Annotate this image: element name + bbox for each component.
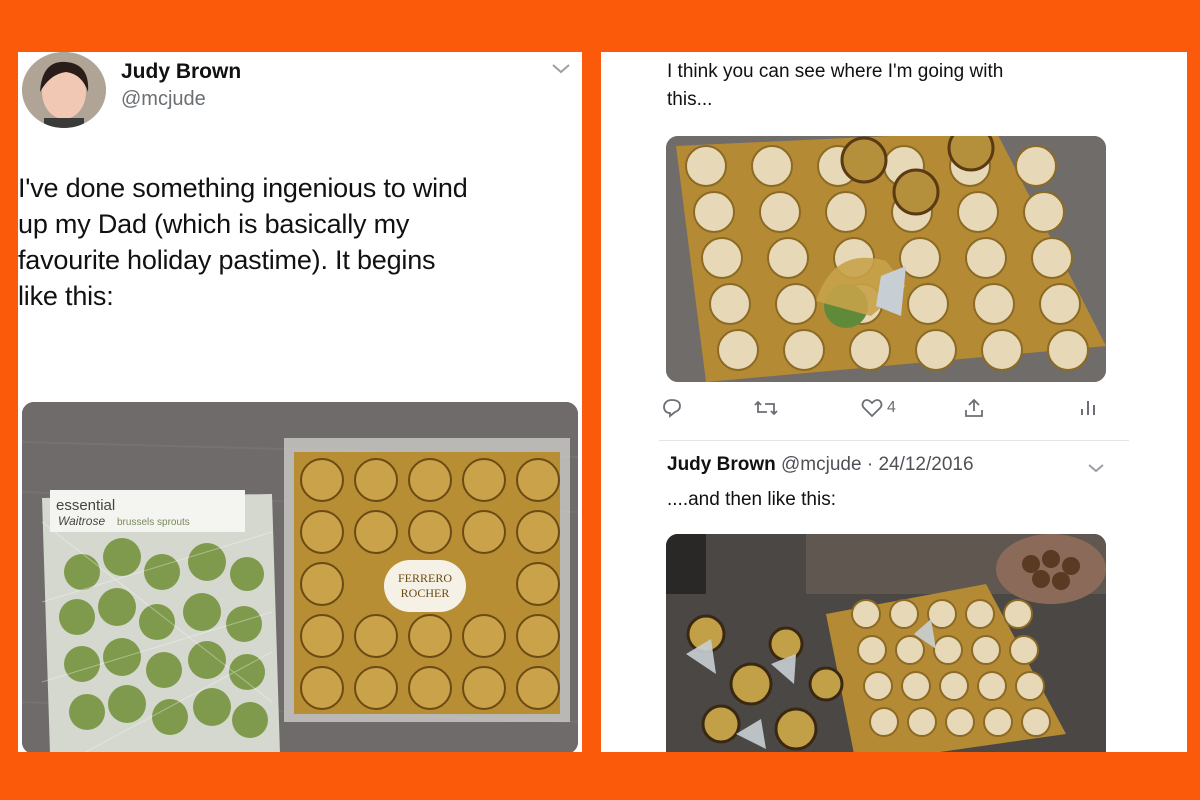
like-button[interactable]: 4 — [861, 397, 896, 419]
author-handle[interactable]: @mcjude — [121, 88, 206, 111]
avatar[interactable] — [22, 52, 106, 128]
like-icon — [861, 399, 883, 418]
like-count: 4 — [887, 399, 896, 416]
retweet-icon[interactable] — [753, 397, 779, 419]
tweet-text-line: like this: — [18, 281, 114, 311]
reply-separator: · — [861, 454, 879, 475]
share-icon[interactable] — [963, 397, 985, 419]
reply-author-handle[interactable]: @mcjude — [781, 454, 862, 475]
tweet-text-line: I've done something ingenious to wind — [18, 173, 468, 203]
unwrapped-chocolates-photo[interactable] — [666, 534, 1106, 752]
tweet-text: I've done something ingenious to wind up… — [18, 170, 578, 314]
tweet-text-line: I think you can see where I'm going with — [667, 61, 1004, 82]
author-name[interactable]: Judy Brown — [121, 60, 241, 84]
tweet-text-line: this... — [667, 89, 713, 110]
bag-brand-line2: Waitrose — [58, 514, 105, 528]
reply-text: ....and then like this: — [667, 489, 836, 510]
bag-brand-line1: essential — [56, 497, 115, 514]
tweet-text-line: up my Dad (which is basically my — [18, 209, 410, 239]
right-tweet-card: I think you can see where I'm going with… — [601, 52, 1187, 752]
divider — [659, 440, 1129, 441]
chevron-down-icon[interactable] — [550, 62, 572, 81]
box-label-line2: ROCHER — [401, 586, 450, 600]
left-tweet-card: Judy Brown @mcjude I've done something i… — [18, 52, 582, 752]
tweet-text-line: favourite holiday pastime). It begins — [18, 245, 436, 275]
chevron-down-icon[interactable] — [1087, 462, 1105, 480]
tweet-actions: 4 — [661, 397, 1111, 425]
reply-header: Judy Brown @mcjude · 24/12/2016 — [667, 454, 974, 476]
empty-box-with-sprout-photo[interactable] — [666, 136, 1106, 382]
box-label-line1: FERRERO — [398, 571, 452, 585]
bag-product: brussels sprouts — [117, 517, 190, 528]
reply-author-name[interactable]: Judy Brown — [667, 454, 776, 475]
reply-date[interactable]: 24/12/2016 — [878, 454, 973, 475]
sprouts-and-chocolates-photo[interactable]: essential Waitrose brussels sprouts FERR… — [22, 402, 578, 752]
analytics-icon[interactable] — [1079, 397, 1097, 419]
reply-icon[interactable] — [661, 397, 683, 419]
